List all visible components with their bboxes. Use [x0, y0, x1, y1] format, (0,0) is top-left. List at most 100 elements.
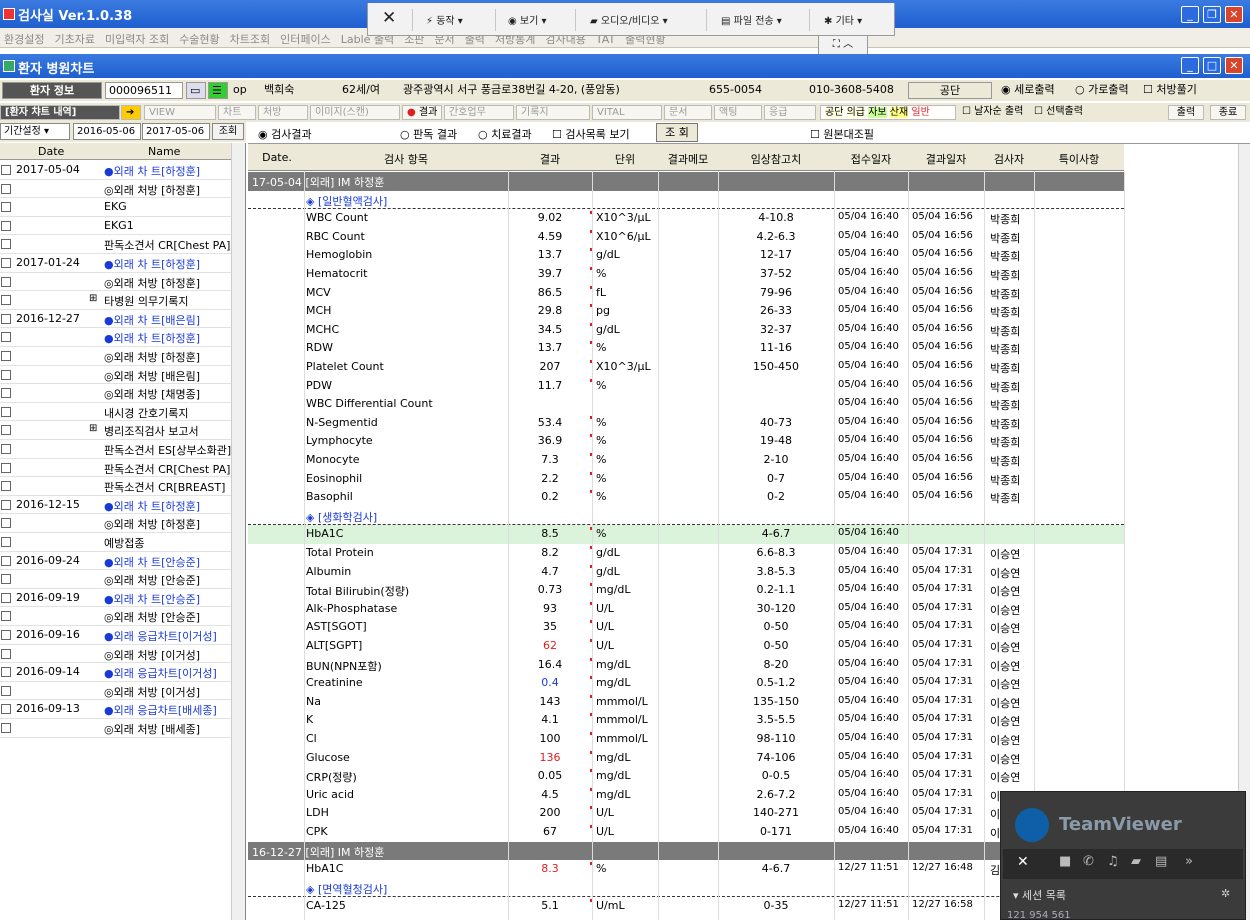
print-button[interactable]: 출력 — [1168, 105, 1204, 120]
chart-minimize-button[interactable]: _ — [1181, 57, 1199, 74]
tv-extras-menu[interactable]: ✱ 기타 ▾ — [824, 12, 862, 27]
list-item[interactable]: ◎외래 처방 [배은림] — [0, 366, 231, 385]
list-item[interactable]: EKG1 — [0, 217, 231, 236]
video-icon[interactable]: ■ — [1059, 854, 1071, 869]
list-scrollbar[interactable] — [231, 143, 245, 920]
list-item[interactable]: 판독소견서 CR[Chest PA] — [0, 235, 231, 254]
list-item-checkbox[interactable] — [1, 518, 11, 529]
list-item[interactable]: ◎외래 처방 [이거성] — [0, 645, 231, 664]
result-row[interactable]: MCHC 34.5 g/dL 32-37 05/04 16:40 05/04 16:56 박… — [248, 321, 1124, 340]
tv-actions-menu[interactable]: ⚡ 동작 ▾ — [426, 12, 463, 27]
list-item-checkbox[interactable] — [1, 704, 11, 715]
tv-collapse-tab[interactable]: ⛶ ︿ — [818, 36, 868, 56]
result-row[interactable]: Total Protein 8.2 g/dL 6.6-8.3 05/04 16:40 05… — [248, 544, 1124, 563]
result-row[interactable]: HbA1C 8.5% 4-6.7 05/04 16:40 — [248, 525, 1124, 544]
list-item[interactable]: 판독소견서 ES[상부소화관] — [0, 440, 231, 459]
list-item[interactable]: 2016-12-27 ●외래 차 트[배은림] — [0, 310, 231, 329]
list-item-checkbox[interactable] — [1, 202, 11, 213]
restore-button[interactable]: ❐ — [1203, 6, 1221, 23]
list-item-checkbox[interactable] — [1, 537, 11, 547]
list-item[interactable]: 2017-05-04 ●외래 차 트[하정훈] — [0, 161, 231, 180]
result-row[interactable]: WBC Differential Count 05/04 16:40 05/04 1… — [248, 395, 1124, 414]
list-item-checkbox[interactable] — [1, 667, 11, 678]
result-row[interactable]: Hemoglobin 13.7 g/dL 12-17 05/04 16:40 05/04 … — [248, 246, 1124, 265]
list-item-checkbox[interactable] — [1, 313, 11, 324]
list-item[interactable]: 2016-09-19 ●외래 차 트[안승준] — [0, 589, 231, 608]
list-item-checkbox[interactable] — [1, 369, 11, 380]
tab-emergency[interactable]: 응급 — [764, 105, 816, 120]
list-item[interactable]: 2016-09-14 ●외래 응급차트[이거성] — [0, 663, 231, 682]
result-row[interactable]: PDW 11.7% 05/04 16:40 05/04 16:56 박종희 — [248, 377, 1124, 396]
tab-nursing[interactable]: 간호업무 — [444, 105, 514, 120]
result-row[interactable]: BUN(NPN포함) 16.4 mg/dL 8-20 05/04 16:40 05/04 … — [248, 656, 1124, 675]
result-row[interactable]: Lymphocyte 36.9% 19-48 05/04 16:40 05/04 16:… — [248, 432, 1124, 451]
original-match-checkbox[interactable]: ☐ 원본대조필 — [810, 126, 874, 142]
period-search-button[interactable]: 조회 — [212, 123, 244, 140]
result-row[interactable]: Alk-Phosphatase 93 U/L 30-120 05/04 16:40 05/… — [248, 600, 1124, 619]
date-to-input[interactable]: 2017-05-06 — [142, 123, 210, 140]
list-item[interactable]: ◎외래 처방 [안승준] — [0, 570, 231, 589]
menu-item-5[interactable]: 인터페이스 — [276, 28, 337, 47]
patient-id-field[interactable]: 000096511 — [105, 82, 183, 99]
tv-file-transfer-menu[interactable]: ▤ 파일 전송 ▾ — [721, 12, 782, 27]
list-item[interactable]: ◎외래 처방 [채명종] — [0, 384, 231, 403]
result-row[interactable]: Albumin 4.7 g/dL 3.8-5.3 05/04 16:40 05/04 17… — [248, 563, 1124, 582]
result-group-header[interactable]: 16-12-27 [외래] IM 하정훈 — [248, 841, 1124, 861]
list-item-checkbox[interactable] — [1, 462, 11, 473]
list-item-checkbox[interactable] — [1, 295, 11, 306]
result-row[interactable]: Basophil 0.2% 0-2 05/04 16:40 05/04 16:56 박종희 — [248, 488, 1124, 507]
result-row[interactable]: WBC Count 9.02 X10^3/μL 4-10.8 05/04 16:40 05… — [248, 209, 1124, 228]
more-icon[interactable]: » — [1185, 854, 1193, 869]
result-row[interactable]: RDW 13.7% 11-16 05/04 16:40 05/04 16:56 박종희 — [248, 339, 1124, 358]
list-item-checkbox[interactable] — [1, 239, 11, 250]
list-icon[interactable]: ☰ — [208, 82, 228, 99]
list-item-checkbox[interactable] — [1, 276, 11, 287]
tab-docs[interactable]: 문서 — [664, 105, 712, 120]
chat-icon[interactable]: ▰ — [1131, 854, 1141, 869]
chart-close-button[interactable]: ✕ — [1225, 57, 1243, 74]
tv-close-button[interactable]: ✕ — [382, 8, 396, 28]
list-item[interactable]: 2016-09-13 ●외래 응급차트[배세종] — [0, 700, 231, 719]
tab-acting[interactable]: 액팅 — [714, 105, 762, 120]
list-item-checkbox[interactable] — [1, 685, 11, 696]
list-item[interactable]: 판독소견서 CR[BREAST] — [0, 477, 231, 496]
tv-audio-video-menu[interactable]: ▰ 오디오/비디오 ▾ — [590, 12, 668, 27]
result-row[interactable]: MCV 86.5 fL 79-96 05/04 16:40 05/04 16:56 박종희 — [248, 284, 1124, 303]
headset-icon[interactable]: ♫ — [1107, 854, 1119, 869]
result-row[interactable]: HbA1C 8.3% 4-6.7 12/27 11:51 12/27 16:48 김 — [248, 860, 1124, 879]
arrow-icon[interactable]: ➔ — [121, 105, 141, 120]
file-icon[interactable]: ▤ — [1155, 854, 1167, 869]
release-rx-checkbox[interactable]: ☐ 처방풀기 — [1140, 82, 1240, 99]
list-item-checkbox[interactable] — [1, 406, 11, 417]
result-group-header[interactable]: 17-05-04 [외래] IM 하정훈 — [248, 172, 1124, 191]
exit-button[interactable]: 종료 — [1210, 105, 1246, 120]
result-row[interactable]: RBC Count 4.59 X10^6/μL 4.2-6.3 05/04 16:40 0… — [248, 228, 1124, 247]
menu-item-1[interactable]: 기초자료 — [50, 28, 100, 47]
test-result-radio[interactable]: ◉ 검사결과 — [258, 126, 312, 142]
result-row[interactable]: CA-125 5.1 U/mL 0-35 12/27 11:51 12/27 16:58 — [248, 897, 1124, 916]
tab-chart[interactable]: 차트 — [218, 105, 256, 120]
phone-icon[interactable]: ✆ — [1083, 854, 1094, 869]
menu-item-2[interactable]: 미입력자 조회 — [101, 28, 175, 47]
result-row[interactable]: AST[SGOT] 35 U/L 0-50 05/04 16:40 05/04 17:31… — [248, 618, 1124, 637]
list-item[interactable]: 2016-09-24 ●외래 차 트[안승준] — [0, 552, 231, 571]
result-row[interactable]: N-Segmentid 53.4% 40-73 05/04 16:40 05/04 16… — [248, 414, 1124, 433]
treatment-result-radio[interactable]: ○ 치료결과 — [478, 126, 532, 142]
reading-result-radio[interactable]: ○ 판독 결과 — [400, 126, 457, 142]
list-item[interactable]: ◎외래 처방 [하정훈] — [0, 180, 231, 199]
result-row[interactable]: LDH 200 U/L 140-271 05/04 16:40 05/04 17:31 이 — [248, 804, 1124, 823]
list-item[interactable]: ◎외래 처방 [하정훈] — [0, 347, 231, 366]
list-item-checkbox[interactable] — [1, 332, 11, 343]
list-item-checkbox[interactable] — [1, 592, 11, 603]
session-list-label[interactable]: ▾ 세션 목록 — [1013, 887, 1066, 903]
list-item-checkbox[interactable] — [1, 499, 11, 510]
list-item[interactable]: 2016-12-15 ●외래 차 트[하정훈] — [0, 496, 231, 515]
result-row[interactable]: CPK 67 U/L 0-171 05/04 16:40 05/04 17:31 이 — [248, 823, 1124, 842]
list-item[interactable]: ⊞ 병리조직검사 보고서 — [0, 421, 231, 440]
list-item[interactable]: 판독소견서 CR[Chest PA] — [0, 459, 231, 478]
settings-icon[interactable]: ✲ — [1221, 887, 1230, 900]
list-item-checkbox[interactable] — [1, 630, 11, 640]
list-item[interactable]: ●외래 차 트[하정훈] — [0, 328, 231, 347]
result-row[interactable]: ALT[SGPT] 62 U/L 0-50 05/04 16:40 05/04 17:31… — [248, 637, 1124, 656]
tv-view-menu[interactable]: ◉ 보기 ▾ — [508, 12, 547, 27]
